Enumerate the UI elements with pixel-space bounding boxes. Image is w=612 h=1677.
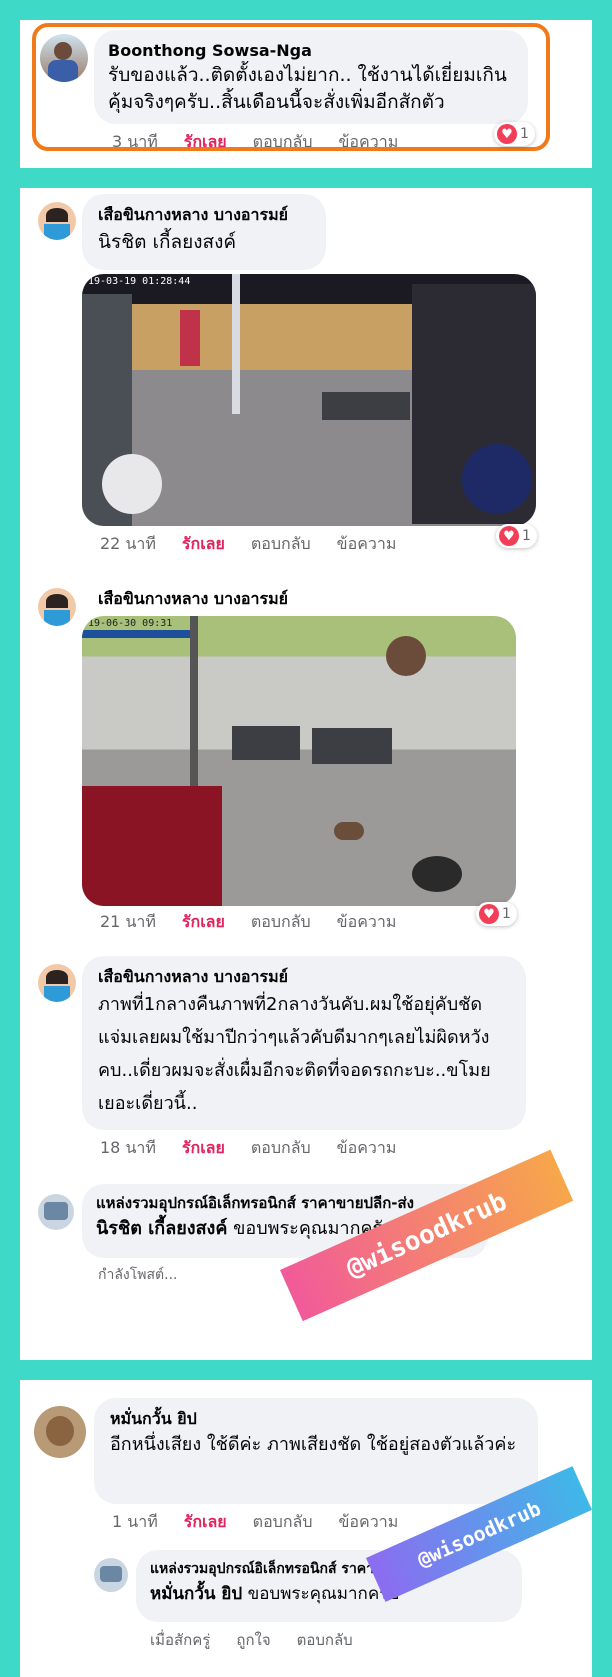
heart-icon: ♥ [499, 526, 519, 546]
reply-text: ขอบพระคุณมากครับ [242, 1584, 400, 1604]
reply-actions: เมื่อสักครู่ ถูกใจ ตอบกลับ [150, 1628, 353, 1652]
comment-panel-3: หมั่นกวั้น ยิป อีกหนึ่งเสียง ใช้ดีค่ะ ภา… [20, 1380, 592, 1677]
message-button[interactable]: ข้อความ [337, 532, 397, 557]
avatar[interactable] [38, 964, 76, 1002]
cctv-day-photo[interactable]: 19-06-30 09:31 [82, 616, 516, 906]
reply-button[interactable]: ตอบกลับ [297, 1628, 353, 1652]
reaction-number: 1 [520, 126, 529, 142]
comment-panel-2: เสือขินกางหลาง บางอารมย์ นิรชิต เกี้ลยงส… [20, 188, 592, 1360]
page-avatar[interactable] [38, 1194, 74, 1230]
love-button[interactable]: รักเลย [182, 1136, 225, 1161]
comment-actions: 22 นาที รักเลย ตอบกลับ ข้อความ [100, 532, 396, 557]
heart-icon: ♥ [479, 904, 499, 924]
commenter-name[interactable]: เสือขินกางหลาง บางอารมย์ [98, 966, 510, 988]
comment-bubble: Boonthong Sowsa-Nga รับของแล้ว..ติดตั้งเ… [94, 30, 528, 124]
tagged-user[interactable]: นิรชิต เกี้ลยงสงค์ [98, 226, 310, 258]
reply-button[interactable]: ตอบกลับ [253, 1510, 313, 1535]
comment-time[interactable]: 22 นาที [100, 532, 156, 557]
reaction-number: 1 [502, 906, 511, 922]
like-button[interactable]: ถูกใจ [236, 1628, 270, 1652]
comment-text: อีกหนึ่งเสียง ใช้ดีค่ะ ภาพเสียงชัด ใช้อย… [110, 1434, 517, 1455]
message-button[interactable]: ข้อความ [338, 130, 398, 155]
comment-time[interactable]: 1 นาที [112, 1510, 158, 1535]
comment-panel-1: Boonthong Sowsa-Nga รับของแล้ว..ติดตั้งเ… [20, 20, 592, 168]
avatar[interactable] [40, 34, 88, 82]
reaction-count[interactable]: ♥ 1 [494, 122, 535, 146]
comment-time[interactable]: 21 นาที [100, 910, 156, 935]
avatar[interactable] [38, 588, 76, 626]
reply-button[interactable]: ตอบกลับ [251, 532, 311, 557]
comment-text: ภาพที่1กลางคืนภาพที่2กลางวันคับ.ผมใช้อยุ… [98, 994, 491, 1114]
comment-bubble: หมั่นกวั้น ยิป อีกหนึ่งเสียง ใช้ดีค่ะ ภา… [94, 1398, 538, 1504]
comment-bubble: เสือขินกางหลาง บางอารมย์ ภาพที่1กลางคืนภ… [82, 956, 526, 1130]
comment-time[interactable]: เมื่อสักครู่ [150, 1628, 210, 1652]
avatar[interactable] [34, 1406, 86, 1458]
message-button[interactable]: ข้อความ [338, 1510, 398, 1535]
love-button[interactable]: รักเลย [182, 910, 225, 935]
reaction-count[interactable]: ♥ 1 [476, 902, 517, 926]
posting-status: กำลังโพสต์... [98, 1267, 178, 1283]
avatar[interactable] [38, 202, 76, 240]
commenter-name[interactable]: เสือขินกางหลาง บางอารมย์ [98, 588, 288, 610]
comment-actions: 1 นาที รักเลย ตอบกลับ ข้อความ [112, 1510, 398, 1535]
comment-bubble: เสือขินกางหลาง บางอารมย์ นิรชิต เกี้ลยงส… [82, 194, 326, 270]
reply-button[interactable]: ตอบกลับ [251, 1136, 311, 1161]
message-button[interactable]: ข้อความ [337, 910, 397, 935]
comment-actions: 21 นาที รักเลย ตอบกลับ ข้อความ [100, 910, 396, 935]
message-button[interactable]: ข้อความ [337, 1136, 397, 1161]
mentioned-user[interactable]: นิรชิต เกี้ลยงสงค์ [96, 1218, 227, 1239]
commenter-name[interactable]: เสือขินกางหลาง บางอารมย์ [98, 204, 310, 226]
comment-actions: 3 นาที รักเลย ตอบกลับ ข้อความ [112, 130, 398, 155]
commenter-name[interactable]: Boonthong Sowsa-Nga [108, 40, 514, 62]
photo-timestamp: 19-06-30 09:31 [88, 618, 173, 629]
commenter-name[interactable]: หมั่นกวั้น ยิป [110, 1408, 522, 1430]
photo-timestamp: 19-03-19 01:28:44 [88, 276, 191, 287]
comment-actions: 18 นาที รักเลย ตอบกลับ ข้อความ [100, 1136, 396, 1161]
comment-time[interactable]: 18 นาที [100, 1136, 156, 1161]
mentioned-user[interactable]: หมั่นกวั้น ยิป [150, 1584, 242, 1604]
love-button[interactable]: รักเลย [182, 532, 225, 557]
love-button[interactable]: รักเลย [184, 1510, 227, 1535]
reaction-count[interactable]: ♥ 1 [496, 524, 537, 548]
love-button[interactable]: รักเลย [184, 130, 227, 155]
heart-icon: ♥ [497, 124, 517, 144]
cctv-night-photo[interactable]: 19-03-19 01:28:44 [82, 274, 536, 526]
comment-text: รับของแล้ว..ติดตั้งเองไม่ยาก.. ใช้งานได้… [108, 64, 507, 113]
reaction-number: 1 [522, 528, 531, 544]
reply-button[interactable]: ตอบกลับ [253, 130, 313, 155]
comment-time[interactable]: 3 นาที [112, 130, 158, 155]
reply-button[interactable]: ตอบกลับ [251, 910, 311, 935]
page-avatar[interactable] [94, 1558, 128, 1592]
